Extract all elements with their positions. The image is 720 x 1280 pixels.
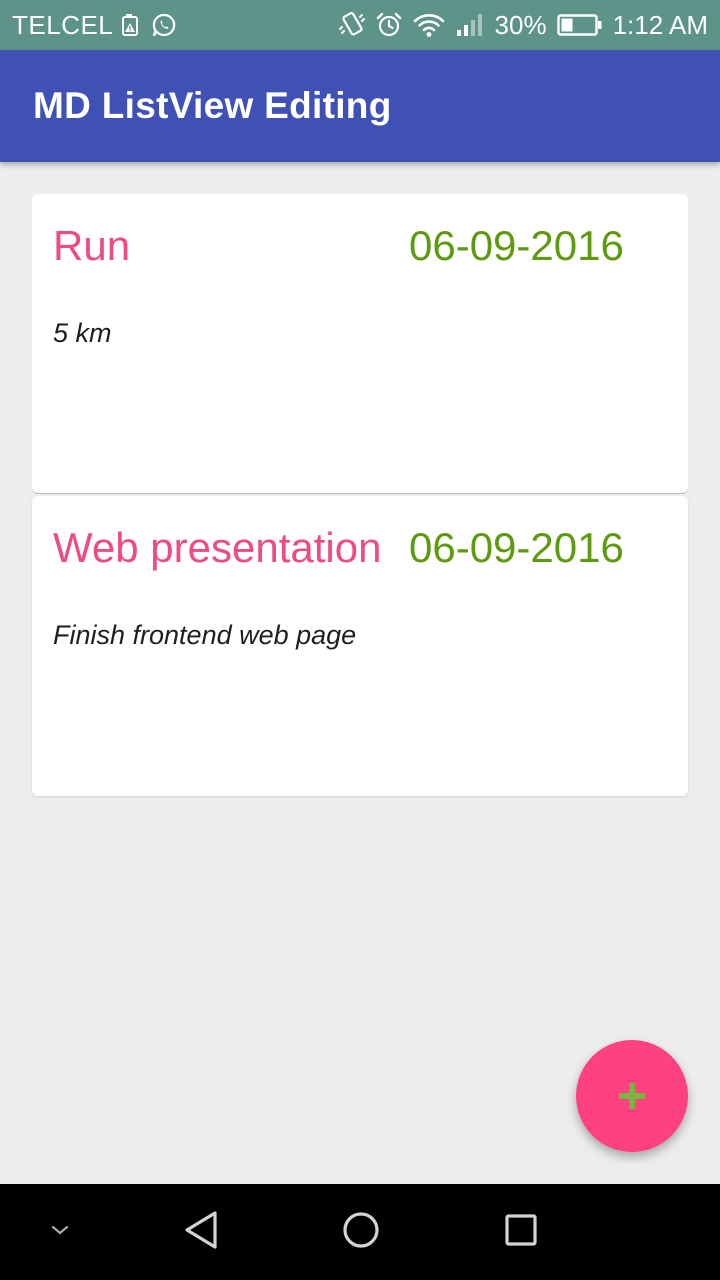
whatsapp-icon	[151, 12, 177, 38]
list-item-card[interactable]: Run 06-09-2016 5 km	[32, 194, 688, 494]
item-date: 06-09-2016	[409, 222, 624, 269]
nav-hide-button[interactable]	[30, 1184, 90, 1280]
app-bar: MD ListView Editing	[0, 50, 720, 162]
back-icon	[181, 1208, 221, 1257]
battery-percent: 30%	[494, 9, 547, 40]
plus-icon	[617, 1081, 647, 1111]
list-item-card[interactable]: Web presentation 06-09-2016 Finish front…	[32, 496, 688, 796]
clock: 1:12 AM	[612, 9, 708, 40]
home-icon	[341, 1210, 381, 1255]
signal-icon	[455, 12, 485, 38]
status-bar: TELCEL 30% 1:12 AM	[0, 0, 720, 50]
status-left: TELCEL	[12, 10, 177, 41]
wifi-icon	[413, 12, 445, 38]
add-item-button[interactable]	[576, 1040, 688, 1152]
battery-icon	[556, 13, 603, 37]
back-button[interactable]	[166, 1184, 236, 1280]
item-title: Web presentation	[53, 524, 382, 571]
item-description: Finish frontend web page	[53, 620, 357, 650]
recents-icon	[503, 1212, 539, 1253]
item-date: 06-09-2016	[409, 524, 624, 571]
item-title: Run	[53, 222, 131, 269]
home-button[interactable]	[326, 1184, 396, 1280]
status-right: 30% 1:12 AM	[338, 9, 708, 41]
recents-button[interactable]	[486, 1184, 556, 1280]
battery-warning-icon	[121, 13, 143, 37]
vibrate-icon	[338, 11, 365, 39]
item-description: 5 km	[53, 318, 112, 348]
alarm-icon	[375, 11, 403, 39]
app-title: MD ListView Editing	[33, 85, 392, 126]
navigation-bar	[0, 1184, 720, 1280]
carrier-name: TELCEL	[12, 9, 114, 40]
chevron-down-icon	[49, 1223, 71, 1242]
